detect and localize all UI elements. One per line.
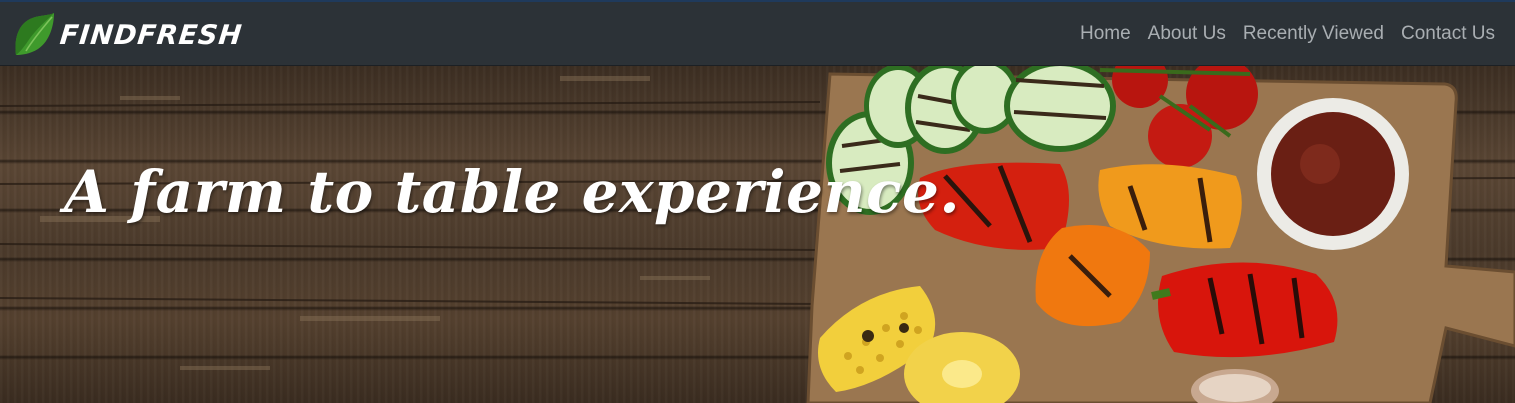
main-nav: Home About Us Recently Viewed Contact Us — [1080, 23, 1495, 45]
leaf-logo-icon — [15, 12, 54, 55]
bell-pepper-icon — [1151, 262, 1338, 358]
nav-contact-us-link[interactable]: Contact Us — [1401, 23, 1495, 45]
top-navbar: FindFresh Home About Us Recently Viewed … — [0, 0, 1515, 66]
nav-home-link[interactable]: Home — [1080, 23, 1131, 45]
hero-heading: A farm to table experience. — [64, 158, 961, 226]
nav-recently-viewed-link[interactable]: Recently Viewed — [1243, 23, 1384, 45]
hero-banner: A farm to table experience. — [0, 66, 1515, 403]
nav-about-us-link[interactable]: About Us — [1148, 23, 1226, 45]
brand-name: FindFresh — [58, 20, 244, 51]
brand-logo-link[interactable]: FindFresh — [12, 11, 244, 57]
sauce-bowl-icon — [1257, 98, 1409, 250]
hero-background-image — [0, 66, 1515, 403]
